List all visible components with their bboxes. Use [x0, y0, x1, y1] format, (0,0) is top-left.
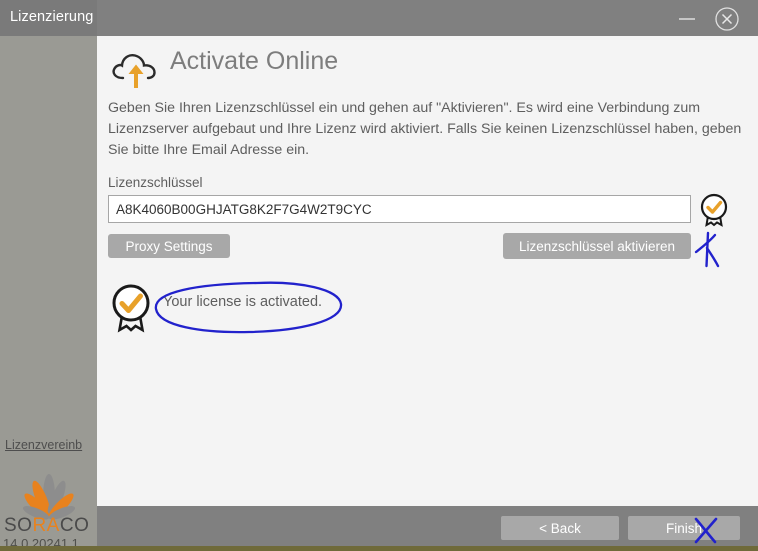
licensing-window: Lizenzierung Lizenzvereinb SORACO 14.0.2… [0, 0, 758, 546]
page-title: Activate Online [170, 47, 339, 75]
license-agreement-link[interactable]: Lizenzvereinb [5, 438, 82, 452]
window-titlebar: Lizenzierung [0, 0, 758, 36]
activate-license-key-button[interactable]: Lizenzschlüssel aktivieren [503, 233, 691, 259]
back-button[interactable]: < Back [501, 516, 619, 540]
status-message: Your license is activated. [163, 294, 323, 310]
version-label: 14.0.20241.1 [3, 536, 79, 546]
proxy-settings-button[interactable]: Proxy Settings [108, 234, 230, 258]
award-badge-check-icon [697, 192, 731, 233]
window-title: Lizenzierung [10, 9, 94, 25]
cloud-upload-icon [109, 48, 161, 97]
hand-drawn-blue-arrow [694, 231, 720, 268]
close-circle-icon[interactable] [714, 6, 740, 32]
brand-wordmark: SORACO [4, 515, 96, 537]
soraco-flower-logo [3, 464, 95, 522]
sidebar: Lizenzvereinb SORACO 14.0.20241.1 [0, 36, 97, 546]
brand-part-co: CO [59, 515, 90, 536]
minimize-icon[interactable] [674, 6, 700, 32]
finish-button[interactable]: Finish [628, 516, 740, 540]
award-badge-check-icon-large [107, 282, 155, 339]
wizard-footer: < Back Finish [97, 506, 758, 546]
page-description: Geben Sie Ihren Lizenzschlüssel ein und … [108, 100, 742, 158]
content-panel: Activate Online Geben Sie Ihren Lizenzsc… [97, 36, 758, 506]
license-key-label: Lizenzschlüssel [108, 175, 203, 190]
brand-part-so: SO [4, 515, 33, 536]
license-key-input[interactable] [108, 195, 691, 223]
brand-part-ra: RA [32, 515, 60, 536]
